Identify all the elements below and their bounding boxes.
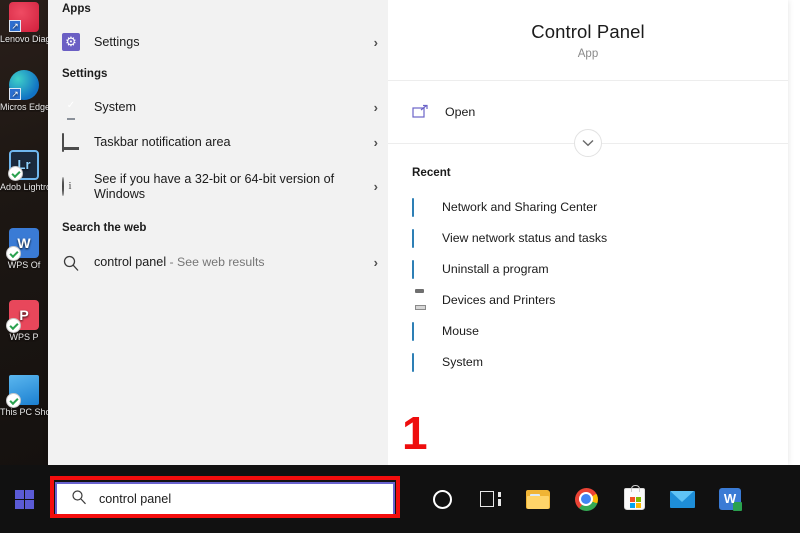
recent-list: Network and Sharing Center View network … bbox=[388, 191, 788, 377]
action-label: Open bbox=[445, 105, 476, 119]
control-panel-item-icon bbox=[412, 259, 428, 279]
result-label: control panel - See web results bbox=[94, 255, 366, 270]
desktop-icon-wps-presentation[interactable]: P WPS P bbox=[0, 300, 48, 342]
microsoft-store-button[interactable] bbox=[610, 465, 658, 533]
adobe-lightroom-icon: Lr bbox=[9, 150, 39, 180]
open-window-icon bbox=[412, 104, 429, 121]
desktop-icon-label: This PC Shortcu bbox=[0, 407, 48, 417]
mail-button[interactable] bbox=[658, 465, 706, 533]
desktop-icon-label: Lenovo Diagno bbox=[0, 34, 48, 44]
google-chrome-button[interactable] bbox=[562, 465, 610, 533]
result-label: System bbox=[94, 100, 136, 114]
search-input-value: control panel bbox=[99, 492, 172, 506]
recent-item-label: System bbox=[442, 354, 483, 369]
app-type-label: App bbox=[577, 47, 599, 60]
search-icon bbox=[71, 489, 87, 510]
recent-item-mouse[interactable]: Mouse bbox=[388, 315, 788, 346]
info-circle-icon bbox=[62, 176, 80, 196]
system-monitor-icon bbox=[62, 99, 80, 117]
recent-item-system[interactable]: System bbox=[388, 346, 788, 377]
desktop-icon-label: WPS P bbox=[9, 332, 39, 342]
desktop-icon-lenovo-diagnostics[interactable]: ↗ Lenovo Diagno bbox=[0, 2, 48, 44]
search-preview-pane: Control Panel App Open Recent Network an… bbox=[388, 0, 788, 465]
recent-item-network-sharing-center[interactable]: Network and Sharing Center bbox=[388, 191, 788, 222]
chevron-right-icon[interactable]: › bbox=[366, 35, 378, 50]
control-panel-item-icon bbox=[412, 321, 428, 341]
taskbar-icons bbox=[418, 465, 754, 533]
control-panel-item-icon bbox=[412, 197, 428, 217]
result-label: See if you have a 32-bit or 64-bit versi… bbox=[94, 171, 335, 201]
desktop-background: ↗ Lenovo Diagno ↗ Micros Edge Lr Adob Li… bbox=[0, 0, 48, 465]
google-chrome-icon bbox=[574, 487, 598, 511]
page-title: Control Panel bbox=[531, 20, 645, 42]
control-panel-item-icon bbox=[412, 352, 428, 372]
search-results-left-pane: Apps Settings › Settings System › Taskba… bbox=[48, 0, 388, 465]
step-number-annotation: 1 bbox=[402, 407, 428, 459]
result-item-settings-app[interactable]: Settings › bbox=[48, 27, 388, 57]
desktop-icon-label: Micros Edge bbox=[0, 102, 48, 112]
result-label: Taskbar notification area bbox=[94, 135, 231, 149]
recent-item-uninstall-a-program[interactable]: Uninstall a program bbox=[388, 253, 788, 284]
result-item-system[interactable]: System › bbox=[48, 93, 388, 122]
result-item-web-search-control-panel[interactable]: control panel - See web results › bbox=[48, 248, 388, 277]
chevron-right-icon[interactable]: › bbox=[366, 135, 378, 150]
mail-icon bbox=[669, 490, 695, 508]
taskbar: control panel bbox=[0, 465, 800, 533]
task-view-button[interactable] bbox=[466, 465, 514, 533]
apps-group-header: Apps bbox=[62, 3, 91, 15]
settings-gear-icon bbox=[62, 32, 80, 51]
control-panel-item-icon bbox=[412, 228, 428, 248]
this-pc-shortcut-icon bbox=[7, 375, 39, 407]
task-view-icon bbox=[479, 491, 501, 507]
search-results-flyout: Apps Settings › Settings System › Taskba… bbox=[48, 0, 788, 465]
result-item-bit-version[interactable]: See if you have a 32-bit or 64-bit versi… bbox=[48, 164, 388, 209]
file-explorer-button[interactable] bbox=[514, 465, 562, 533]
wps-writer-icon bbox=[719, 488, 742, 511]
chevron-right-icon[interactable]: › bbox=[366, 255, 378, 270]
desktop-icon-label: WPS Of bbox=[7, 260, 41, 270]
recent-item-view-network-status[interactable]: View network status and tasks bbox=[388, 222, 788, 253]
search-the-web-group-header: Search the web bbox=[62, 222, 147, 234]
recent-item-label: Uninstall a program bbox=[442, 261, 549, 276]
cortana-button[interactable] bbox=[418, 465, 466, 533]
chevron-right-icon[interactable]: › bbox=[366, 179, 378, 194]
search-icon bbox=[62, 254, 80, 272]
web-results-suffix: - See web results bbox=[166, 255, 265, 269]
taskbar-search-container: control panel bbox=[50, 476, 400, 519]
cortana-icon bbox=[432, 489, 452, 509]
start-button[interactable] bbox=[0, 465, 48, 533]
chevron-right-icon[interactable]: › bbox=[366, 100, 378, 115]
file-explorer-icon bbox=[526, 489, 550, 509]
microsoft-store-icon bbox=[623, 485, 645, 510]
wps-office-icon: W bbox=[7, 228, 39, 260]
desktop-icon-microsoft-edge[interactable]: ↗ Micros Edge bbox=[0, 70, 48, 112]
result-label: Settings bbox=[94, 34, 140, 49]
microsoft-edge-icon: ↗ bbox=[9, 70, 39, 100]
desktop-icon-adobe-lightroom[interactable]: Lr Adob Lightro bbox=[0, 150, 48, 192]
chevron-down-icon bbox=[582, 139, 594, 147]
desktop-icon-this-pc[interactable]: This PC Shortcu bbox=[0, 375, 48, 417]
windows-logo-icon bbox=[14, 489, 34, 509]
search-input[interactable]: control panel bbox=[55, 482, 395, 516]
recent-item-label: Network and Sharing Center bbox=[442, 199, 598, 214]
recent-item-label: Mouse bbox=[442, 323, 479, 338]
expand-actions-button[interactable] bbox=[574, 129, 602, 157]
settings-group-header: Settings bbox=[62, 68, 108, 80]
lenovo-diagnostics-icon: ↗ bbox=[9, 2, 39, 32]
taskbar-icon bbox=[62, 132, 80, 152]
recent-item-label: View network status and tasks bbox=[442, 230, 608, 245]
wps-presentation-icon: P bbox=[7, 300, 39, 332]
desktop-icon-wps-office[interactable]: W WPS Of bbox=[0, 228, 48, 270]
recent-item-label: Devices and Printers bbox=[442, 292, 556, 307]
app-header: Control Panel App bbox=[388, 0, 788, 80]
result-item-taskbar-notification-area[interactable]: Taskbar notification area › bbox=[48, 128, 388, 157]
printer-icon bbox=[412, 292, 428, 308]
wps-writer-button[interactable] bbox=[706, 465, 754, 533]
web-query-text: control panel bbox=[94, 255, 167, 269]
desktop-icon-label: Adob Lightro bbox=[0, 182, 48, 192]
recent-item-devices-and-printers[interactable]: Devices and Printers bbox=[388, 284, 788, 315]
